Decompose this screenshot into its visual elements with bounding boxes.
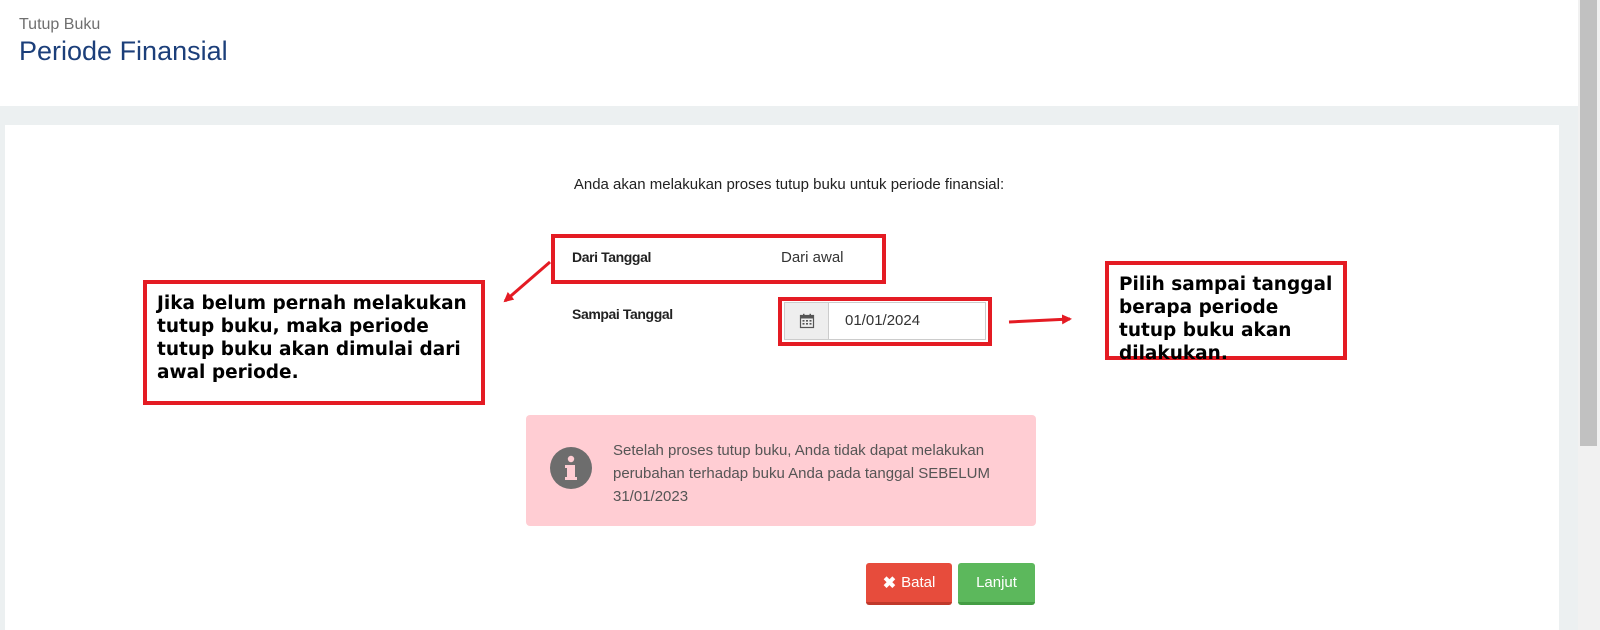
right-arrow xyxy=(1008,314,1072,325)
annotation-arrows xyxy=(503,260,1072,325)
left-arrow xyxy=(503,260,551,303)
